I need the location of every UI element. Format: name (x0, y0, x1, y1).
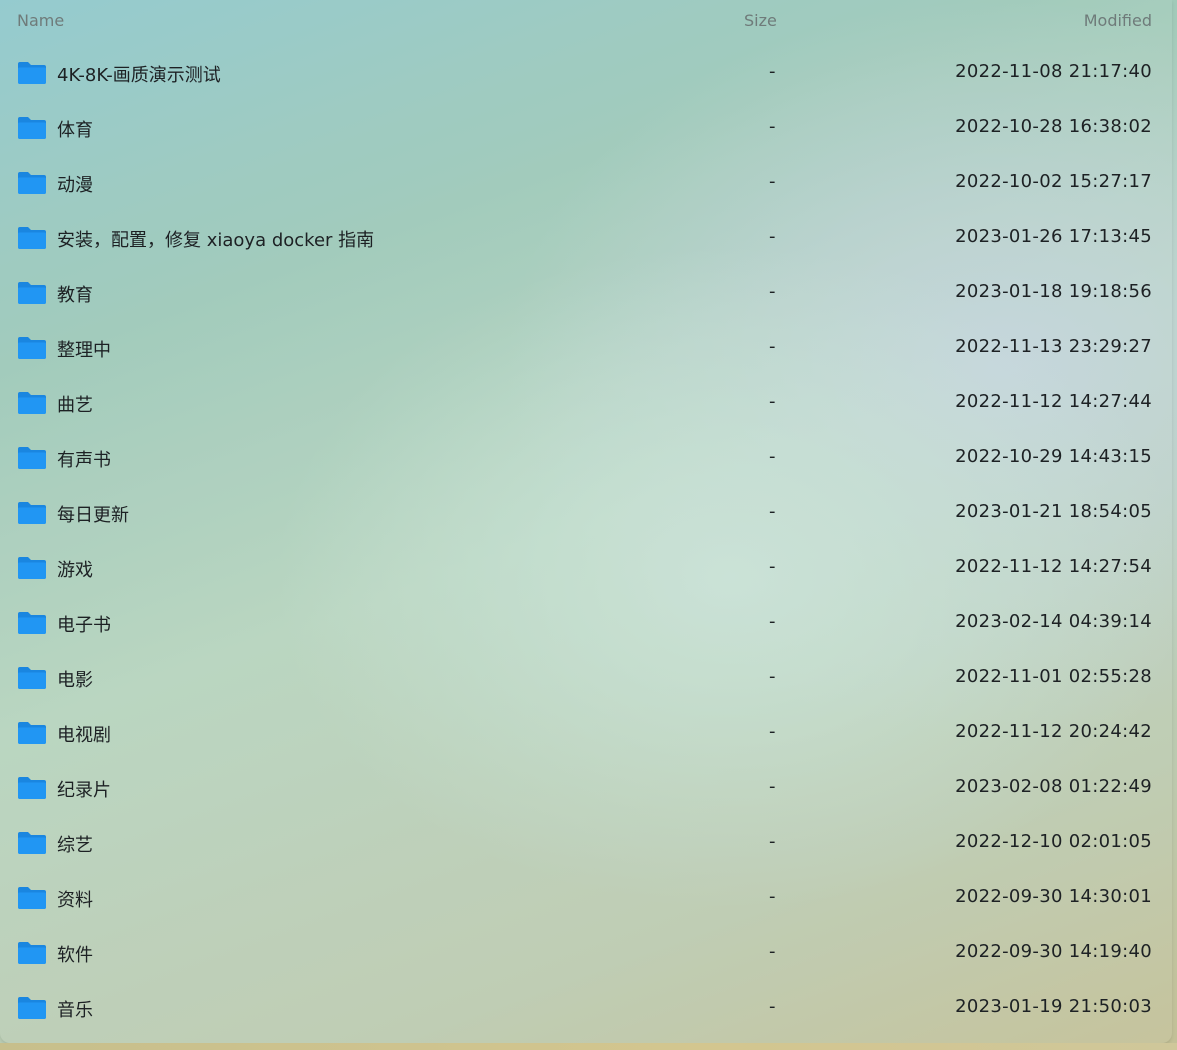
file-row[interactable]: 体育 - 2022-10-28 16:38:02 (0, 101, 1172, 156)
folder-icon (18, 777, 46, 799)
file-size: - (769, 61, 776, 82)
folder-icon (18, 667, 46, 689)
file-modified: 2022-09-30 14:19:40 (955, 941, 1152, 962)
folder-icon (18, 172, 46, 194)
file-modified: 2022-10-28 16:38:02 (955, 116, 1152, 137)
file-name[interactable]: 4K-8K-画质演示测试 (57, 61, 221, 87)
folder-icon (18, 612, 46, 634)
file-row[interactable]: 有声书 - 2022-10-29 14:43:15 (0, 431, 1172, 486)
file-size: - (769, 941, 776, 962)
file-modified: 2022-11-01 02:55:28 (955, 666, 1152, 687)
file-name[interactable]: 整理中 (57, 336, 111, 362)
file-name[interactable]: 安装，配置，修复 xiaoya docker 指南 (57, 226, 374, 252)
file-modified: 2023-01-19 21:50:03 (955, 996, 1152, 1017)
file-size: - (769, 446, 776, 467)
file-size: - (769, 611, 776, 632)
folder-icon (18, 282, 46, 304)
file-row[interactable]: 纪录片 - 2023-02-08 01:22:49 (0, 761, 1172, 816)
file-size: - (769, 336, 776, 357)
file-row[interactable]: 电视剧 - 2022-11-12 20:24:42 (0, 706, 1172, 761)
file-modified: 2022-12-10 02:01:05 (955, 831, 1152, 852)
file-modified: 2022-10-02 15:27:17 (955, 171, 1152, 192)
file-size: - (769, 776, 776, 797)
file-row[interactable]: 4K-8K-画质演示测试 - 2022-11-08 21:17:40 (0, 46, 1172, 101)
file-row[interactable]: 综艺 - 2022-12-10 02:01:05 (0, 816, 1172, 871)
folder-icon (18, 227, 46, 249)
list-header: Name Size Modified (0, 0, 1172, 42)
file-row[interactable]: 每日更新 - 2023-01-21 18:54:05 (0, 486, 1172, 541)
file-name[interactable]: 电影 (57, 666, 93, 692)
file-name[interactable]: 游戏 (57, 556, 93, 582)
file-size: - (769, 116, 776, 137)
file-size: - (769, 226, 776, 247)
file-size: - (769, 721, 776, 742)
folder-icon (18, 62, 46, 84)
folder-icon (18, 832, 46, 854)
file-name[interactable]: 软件 (57, 941, 93, 967)
file-size: - (769, 501, 776, 522)
folder-icon (18, 392, 46, 414)
file-modified: 2022-11-12 14:27:54 (955, 556, 1152, 577)
file-modified: 2022-11-12 14:27:44 (955, 391, 1152, 412)
file-row[interactable]: 安装，配置，修复 xiaoya docker 指南 - 2023-01-26 17:… (0, 211, 1172, 266)
file-row[interactable]: 电子书 - 2023-02-14 04:39:14 (0, 596, 1172, 651)
file-modified: 2022-11-12 20:24:42 (955, 721, 1152, 742)
file-name[interactable]: 音乐 (57, 996, 93, 1022)
file-row[interactable]: 电影 - 2022-11-01 02:55:28 (0, 651, 1172, 706)
file-modified: 2023-02-14 04:39:14 (955, 611, 1152, 632)
bottom-edge (0, 1043, 1177, 1050)
folder-icon (18, 337, 46, 359)
folder-icon (18, 942, 46, 964)
file-row[interactable]: 资料 - 2022-09-30 14:30:01 (0, 871, 1172, 926)
column-header-size[interactable]: Size (744, 11, 777, 30)
file-list-panel: Name Size Modified 4K-8K-画质演示测试 - 2022-11-… (0, 0, 1172, 1043)
file-list: 4K-8K-画质演示测试 - 2022-11-08 21:17:40 体育 - 2022-… (0, 46, 1172, 1036)
folder-icon (18, 557, 46, 579)
file-name[interactable]: 每日更新 (57, 501, 129, 527)
folder-icon (18, 117, 46, 139)
column-header-modified[interactable]: Modified (1084, 11, 1152, 30)
file-modified: 2022-11-08 21:17:40 (955, 61, 1152, 82)
file-modified: 2022-09-30 14:30:01 (955, 886, 1152, 907)
file-size: - (769, 666, 776, 687)
file-name[interactable]: 电视剧 (57, 721, 111, 747)
file-row[interactable]: 游戏 - 2022-11-12 14:27:54 (0, 541, 1172, 596)
file-size: - (769, 281, 776, 302)
file-name[interactable]: 综艺 (57, 831, 93, 857)
file-modified: 2023-01-18 19:18:56 (955, 281, 1152, 302)
file-name[interactable]: 电子书 (57, 611, 111, 637)
file-size: - (769, 556, 776, 577)
file-modified: 2022-11-13 23:29:27 (955, 336, 1152, 357)
column-header-name[interactable]: Name (17, 11, 64, 30)
folder-icon (18, 447, 46, 469)
file-size: - (769, 171, 776, 192)
file-modified: 2023-02-08 01:22:49 (955, 776, 1152, 797)
file-row[interactable]: 音乐 - 2023-01-19 21:50:03 (0, 981, 1172, 1036)
file-name[interactable]: 体育 (57, 116, 93, 142)
file-name[interactable]: 动漫 (57, 171, 93, 197)
file-row[interactable]: 整理中 - 2022-11-13 23:29:27 (0, 321, 1172, 376)
file-size: - (769, 886, 776, 907)
file-size: - (769, 391, 776, 412)
file-name[interactable]: 曲艺 (57, 391, 93, 417)
file-modified: 2023-01-21 18:54:05 (955, 501, 1152, 522)
file-size: - (769, 996, 776, 1017)
file-row[interactable]: 曲艺 - 2022-11-12 14:27:44 (0, 376, 1172, 431)
file-name[interactable]: 资料 (57, 886, 93, 912)
file-size: - (769, 831, 776, 852)
file-name[interactable]: 纪录片 (57, 776, 111, 802)
folder-icon (18, 997, 46, 1019)
file-row[interactable]: 软件 - 2022-09-30 14:19:40 (0, 926, 1172, 981)
file-modified: 2023-01-26 17:13:45 (955, 226, 1152, 247)
file-name[interactable]: 有声书 (57, 446, 111, 472)
file-name[interactable]: 教育 (57, 281, 93, 307)
folder-icon (18, 502, 46, 524)
file-row[interactable]: 动漫 - 2022-10-02 15:27:17 (0, 156, 1172, 211)
file-row[interactable]: 教育 - 2023-01-18 19:18:56 (0, 266, 1172, 321)
file-modified: 2022-10-29 14:43:15 (955, 446, 1152, 467)
folder-icon (18, 722, 46, 744)
folder-icon (18, 887, 46, 909)
